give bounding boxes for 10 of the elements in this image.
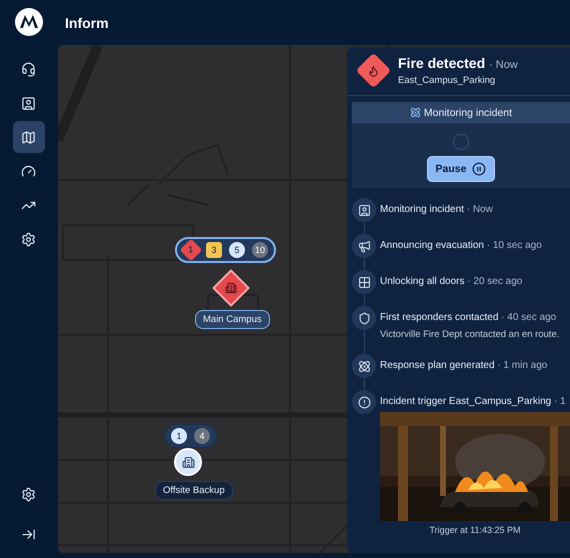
settings-icon (21, 232, 36, 246)
nav-button[interactable] (12, 121, 44, 153)
settings-icon (21, 486, 36, 502)
gauge-icon (21, 164, 36, 178)
headset-icon (21, 62, 36, 76)
logo (14, 8, 42, 36)
app-title: Inform (65, 14, 109, 30)
collapse-icon (21, 526, 36, 542)
user-screen-icon (21, 96, 36, 110)
map-icon (21, 130, 36, 144)
